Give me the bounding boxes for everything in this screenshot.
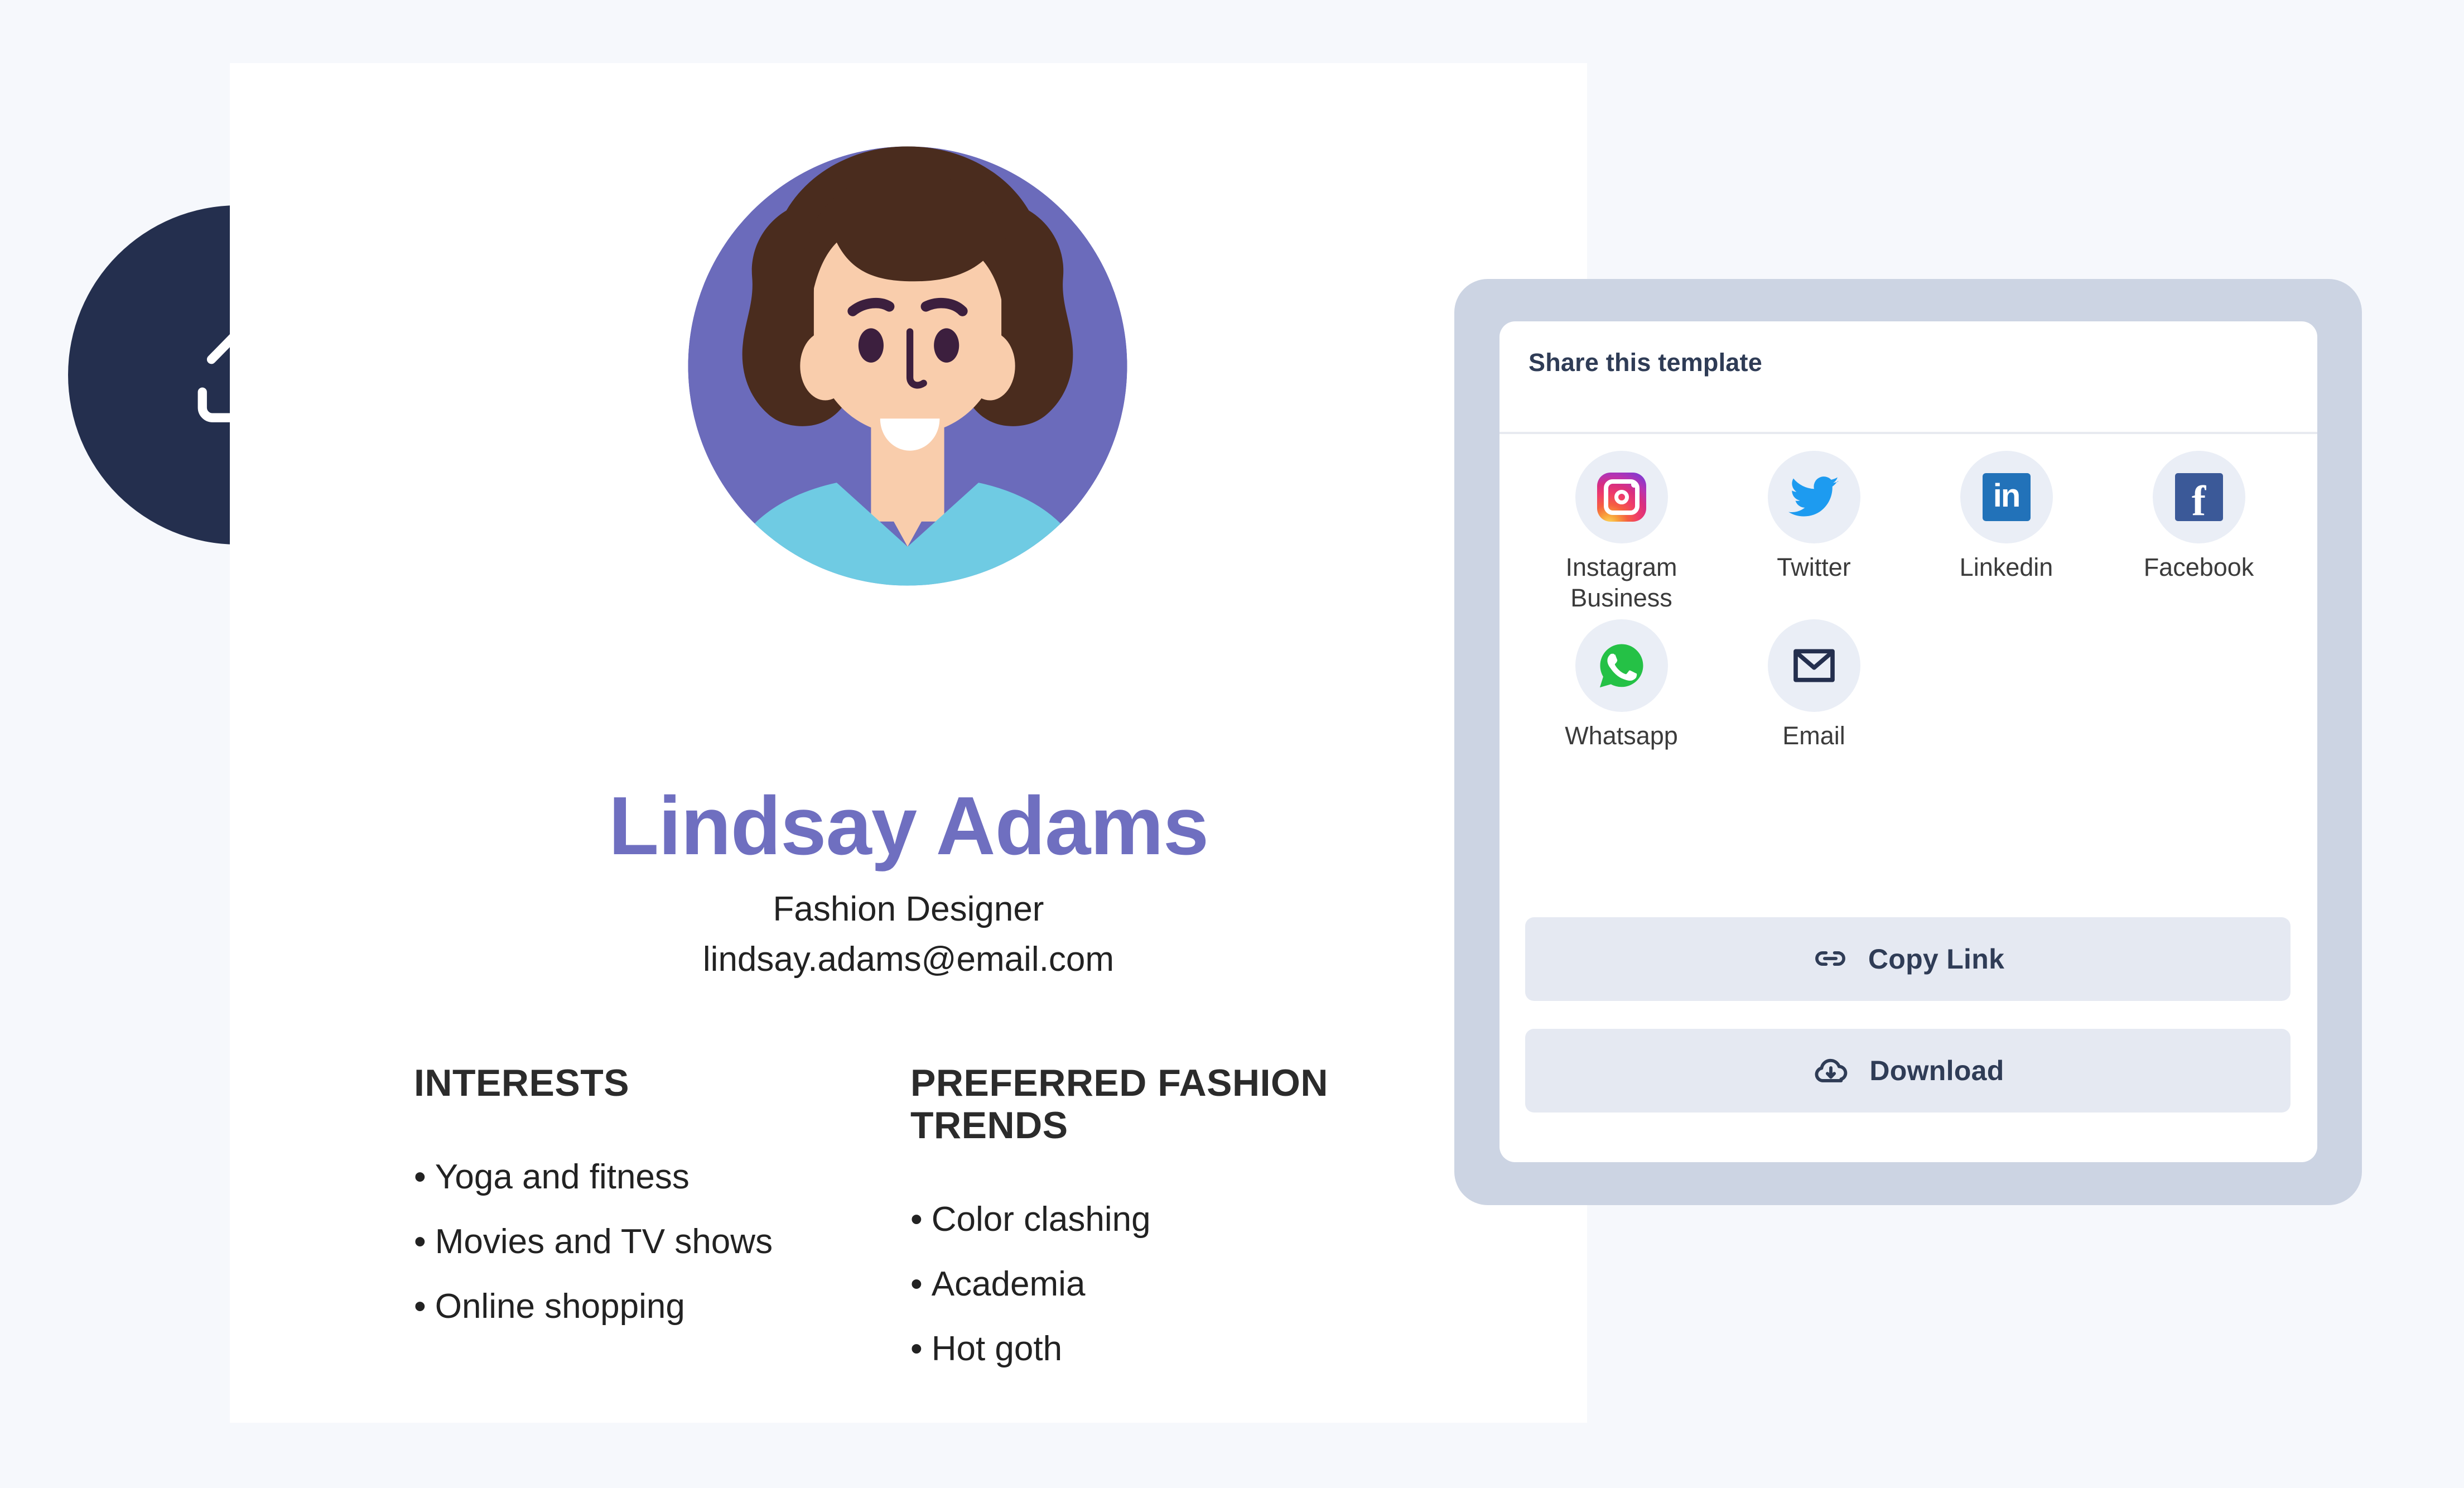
copy-link-label: Copy Link <box>1868 943 2005 975</box>
share-target-facebook[interactable]: f Facebook <box>2103 451 2295 614</box>
email-icon <box>1767 619 1860 712</box>
share-target-label: Whatsapp <box>1565 721 1678 750</box>
info-column-interests: INTERESTS • Yoga and fitness • Movies and … <box>414 1062 910 1396</box>
download-button[interactable]: Download <box>1525 1029 2291 1113</box>
list-item: • Hot goth <box>910 1332 1407 1366</box>
profile-card: Lindsay Adams Fashion Designer lindsay.a… <box>230 63 1587 1423</box>
section-heading-preferred-fashion-trends: PREFERRED FASHION TRENDS <box>910 1062 1329 1147</box>
profile-role: Fashion Designer <box>773 890 1044 928</box>
list-item-label: Yoga and fitness <box>435 1158 689 1197</box>
share-target-label: Linkedin <box>1959 553 2053 581</box>
section-heading-interests: INTERESTS <box>414 1062 630 1104</box>
info-column-fashion-trends: PREFERRED FASHION TRENDS • Color clashing… <box>910 1062 1407 1396</box>
linkedin-glyph: in <box>1982 473 2031 521</box>
list-item: • Color clashing <box>910 1202 1407 1237</box>
list-item: • Yoga and fitness <box>414 1160 910 1195</box>
download-label: Download <box>1869 1055 2004 1086</box>
linkedin-icon: in <box>1960 451 2053 543</box>
share-panel-title: Share this template <box>1528 348 1762 377</box>
bullet-icon: • <box>414 1287 426 1326</box>
instagram-icon <box>1575 451 1668 543</box>
bullet-icon: • <box>414 1158 426 1197</box>
list-item-label: Hot goth <box>931 1330 1063 1369</box>
list-item-label: Color clashing <box>931 1200 1151 1239</box>
share-target-linkedin[interactable]: in Linkedin <box>1910 451 2103 614</box>
twitter-icon <box>1767 451 1860 543</box>
share-panel: Share this template Instagram Business T… <box>1499 321 2317 1162</box>
share-target-label: Twitter <box>1777 553 1851 581</box>
list-item: • Movies and TV shows <box>414 1225 910 1259</box>
bullet-icon: • <box>910 1265 923 1304</box>
share-target-email[interactable]: Email <box>1718 619 1910 752</box>
bullet-icon: • <box>414 1222 426 1261</box>
woman-avatar-illustration <box>688 146 1127 586</box>
divider <box>1499 432 2317 434</box>
whatsapp-icon <box>1575 619 1668 712</box>
bullet-icon: • <box>910 1330 923 1369</box>
list-item: • Online shopping <box>414 1289 910 1324</box>
avatar <box>679 137 1136 595</box>
share-target-label: Facebook <box>2143 553 2254 581</box>
link-icon <box>1811 940 1849 979</box>
share-targets-grid: Instagram Business Twitter in Linkedin f… <box>1525 451 2295 757</box>
share-target-instagram-business[interactable]: Instagram Business <box>1525 451 1718 614</box>
facebook-glyph: f <box>2174 473 2223 522</box>
share-target-twitter[interactable]: Twitter <box>1718 451 1910 614</box>
list-item-label: Movies and TV shows <box>435 1222 773 1261</box>
share-target-label: Email <box>1782 721 1845 750</box>
page-title: Lindsay Adams <box>608 780 1209 872</box>
facebook-icon: f <box>2152 451 2245 543</box>
cloud-download-icon <box>1811 1051 1850 1091</box>
info-columns: INTERESTS • Yoga and fitness • Movies and … <box>414 1062 1474 1396</box>
list-item-label: Academia <box>931 1265 1086 1304</box>
copy-link-button[interactable]: Copy Link <box>1525 917 2291 1001</box>
list-item-label: Online shopping <box>435 1287 685 1326</box>
interests-list: • Yoga and fitness • Movies and TV shows •… <box>414 1160 910 1324</box>
bullet-icon: • <box>910 1200 923 1239</box>
share-target-whatsapp[interactable]: Whatsapp <box>1525 619 1718 752</box>
list-item: • Academia <box>910 1267 1407 1302</box>
fashion-trends-list: • Color clashing • Academia • Hot goth <box>910 1202 1407 1366</box>
share-target-label: Instagram Business <box>1565 553 1677 612</box>
profile-email: lindsay.adams@email.com <box>702 940 1115 979</box>
